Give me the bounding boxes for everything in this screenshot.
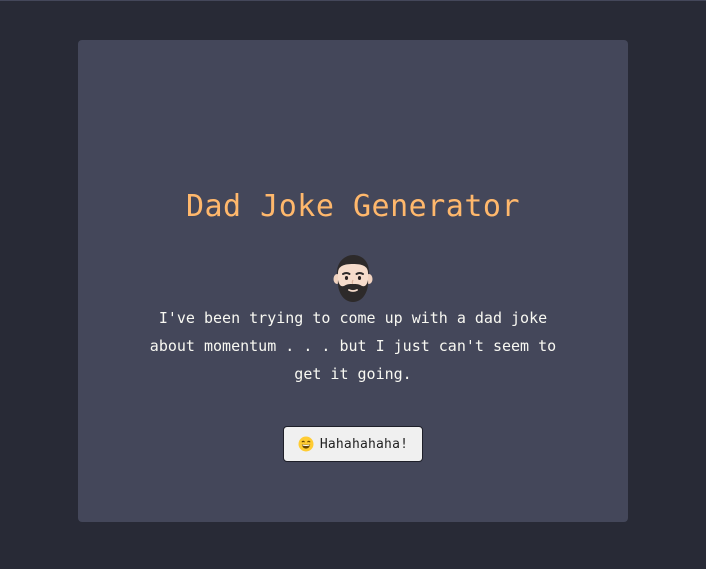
bearded-man-icon	[333, 255, 373, 302]
grinning-face-icon	[298, 436, 314, 452]
joke-text: I've been trying to come up with a dad j…	[149, 309, 557, 383]
page-title: Dad Joke Generator	[185, 189, 521, 224]
emoji-container	[78, 253, 628, 305]
laugh-button-label: Hahahahaha!	[319, 436, 409, 452]
joke-card: Dad Joke Generator I've been trying to c…	[78, 40, 628, 522]
laugh-button[interactable]: Hahahahaha!	[283, 426, 423, 462]
